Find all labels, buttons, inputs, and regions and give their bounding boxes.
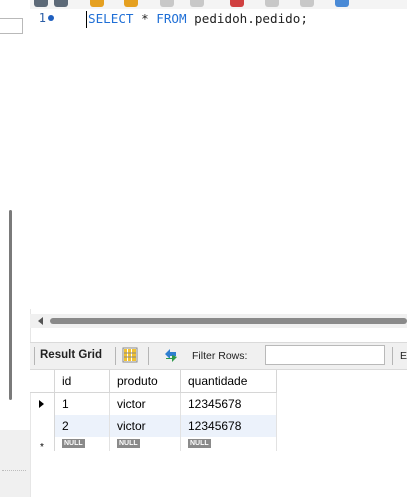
text-caret — [86, 11, 87, 28]
editor-toolbar — [30, 0, 407, 9]
sql-star: * — [133, 11, 157, 26]
result-grid: id produto quantidade 1 victor 12345678 … — [30, 370, 277, 453]
statement-marker-icon — [48, 15, 54, 21]
column-header-produto[interactable]: produto — [109, 370, 181, 393]
row-pointer-arrow-icon — [39, 400, 44, 408]
row-selector[interactable] — [30, 392, 55, 415]
null-badge: NULL — [117, 439, 140, 448]
cell-quantidade[interactable]: 12345678 — [180, 415, 277, 437]
toolbar-divider — [115, 347, 116, 365]
cell-produto[interactable]: victor — [109, 415, 181, 437]
grid-layout-icon[interactable] — [122, 347, 138, 363]
sidebar-search-input[interactable] — [0, 18, 23, 34]
toolbar-divider — [392, 347, 393, 365]
table-row[interactable]: 1 victor 12345678 — [30, 392, 277, 415]
column-header-id[interactable]: id — [54, 370, 110, 393]
row-selector[interactable] — [30, 415, 55, 437]
edit-label[interactable]: E — [400, 350, 407, 362]
filter-rows-input[interactable] — [265, 345, 385, 365]
new-row[interactable]: * NULL NULL NULL — [30, 437, 277, 453]
cell-produto[interactable]: victor — [109, 392, 181, 415]
rollback-icon[interactable] — [300, 0, 314, 7]
filter-rows-label: Filter Rows: — [192, 350, 248, 362]
new-row-marker: * — [40, 442, 44, 453]
sql-editor[interactable] — [30, 9, 407, 309]
toggle-icon[interactable] — [230, 0, 244, 7]
cell-id[interactable]: 2 — [54, 415, 110, 437]
result-grid-tab[interactable]: Result Grid — [40, 349, 102, 361]
execute-current-icon[interactable] — [124, 0, 138, 7]
explain-icon[interactable] — [160, 0, 174, 7]
sql-statement[interactable]: SELECT * FROM pedidoh.pedido; — [88, 11, 308, 26]
toolbar-divider — [34, 347, 35, 365]
result-toolbar: Result Grid Filter Rows: E — [30, 342, 407, 370]
editor-horizontal-scrollbar[interactable] — [30, 314, 407, 328]
scrollbar-thumb[interactable] — [50, 318, 407, 324]
cell-id[interactable]: NULL — [54, 437, 110, 451]
sidebar-scrollbar[interactable] — [9, 210, 12, 400]
row-selector[interactable]: * — [30, 437, 55, 453]
left-sidebar-panel — [0, 0, 31, 497]
line-number: 1 — [38, 11, 46, 25]
null-badge: NULL — [188, 439, 211, 448]
column-header-quantidade[interactable]: quantidade — [180, 370, 277, 393]
scroll-left-icon[interactable] — [38, 317, 43, 325]
stop-icon[interactable] — [190, 0, 204, 7]
open-icon[interactable] — [54, 0, 68, 7]
grid-header-row: id produto quantidade — [30, 370, 277, 393]
sql-table-name: pedidoh.pedido; — [186, 11, 308, 26]
refresh-icon[interactable] — [162, 347, 180, 363]
cell-produto[interactable]: NULL — [109, 437, 181, 451]
save-icon[interactable] — [34, 0, 48, 7]
cell-quantidade[interactable]: NULL — [180, 437, 277, 451]
sql-keyword-select: SELECT — [88, 11, 134, 26]
cell-id[interactable]: 1 — [54, 392, 110, 415]
toolbar-divider — [148, 347, 149, 365]
sidebar-footer — [0, 430, 30, 497]
sql-keyword-from: FROM — [156, 11, 187, 26]
table-row[interactable]: 2 victor 12345678 — [30, 415, 277, 437]
row-selector-header[interactable] — [30, 370, 55, 393]
sidebar-resize-handle[interactable] — [2, 470, 26, 475]
execute-icon[interactable] — [90, 0, 104, 7]
commit-icon[interactable] — [265, 0, 279, 7]
null-badge: NULL — [62, 439, 85, 448]
cell-quantidade[interactable]: 12345678 — [180, 392, 277, 415]
autocommit-icon[interactable] — [335, 0, 349, 7]
